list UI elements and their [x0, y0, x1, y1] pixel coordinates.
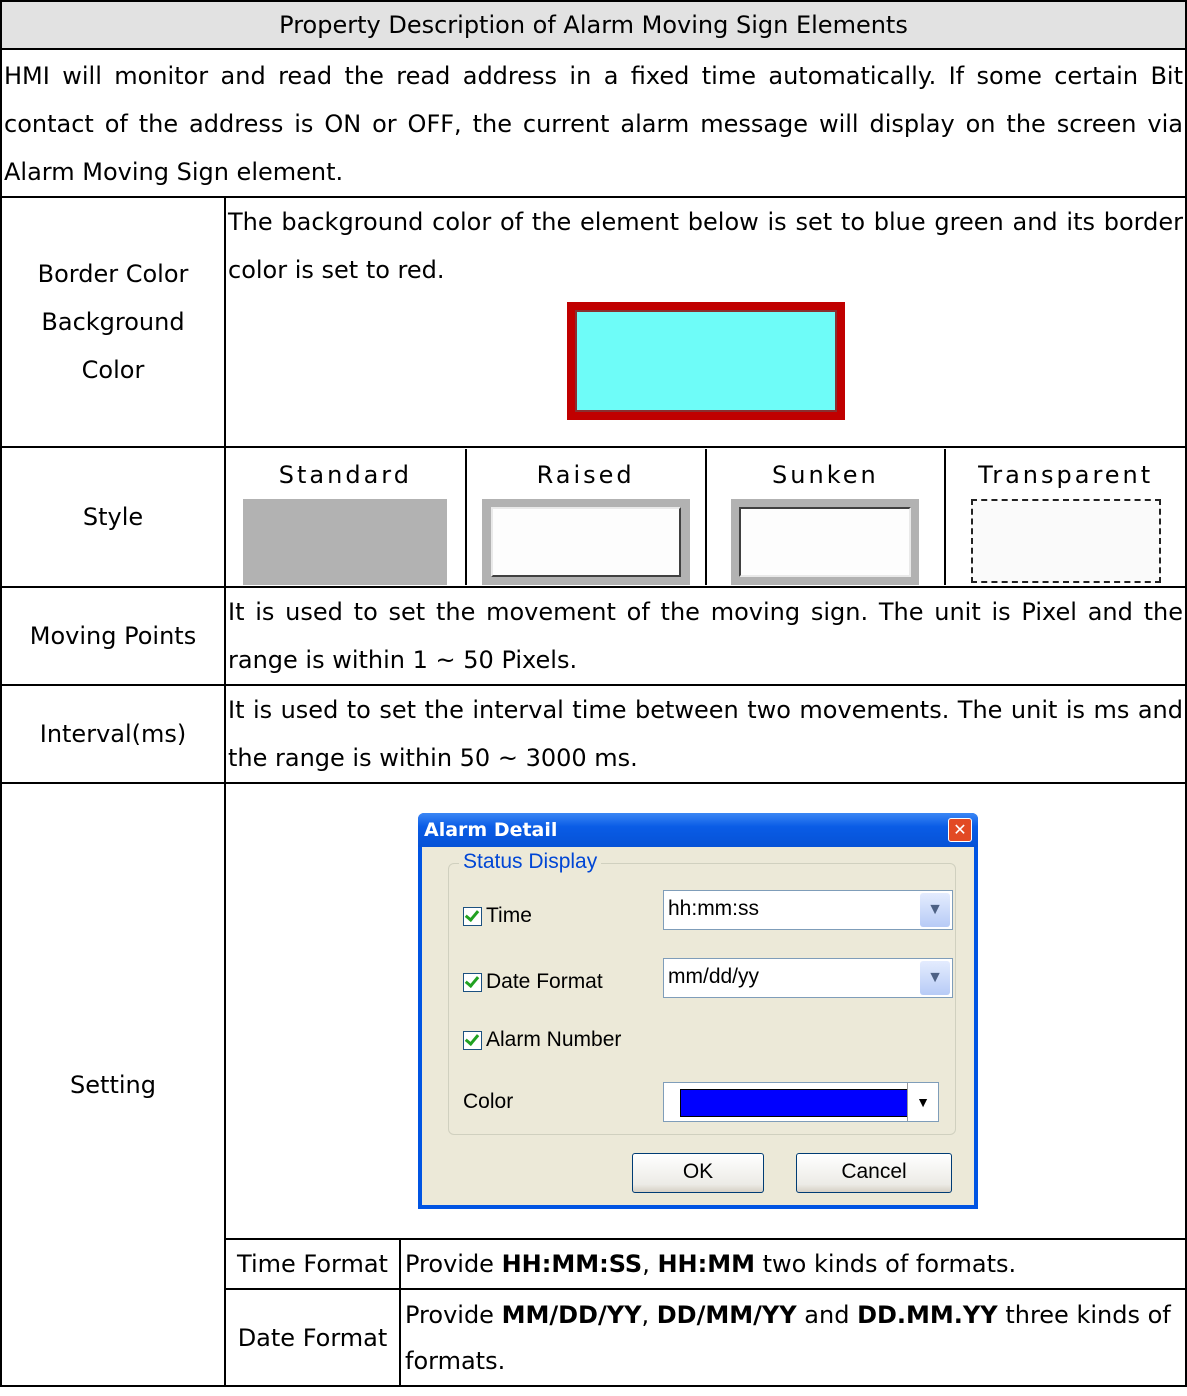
format-hhmm: HH:MM: [657, 1250, 756, 1278]
chevron-down-icon[interactable]: ▼: [920, 961, 950, 995]
style-transparent-label: Transparent: [978, 461, 1154, 489]
close-icon[interactable]: ✕: [948, 818, 972, 842]
style-sunken-label: Sunken: [772, 461, 879, 489]
color-swatch: [680, 1089, 908, 1117]
time-format-select[interactable]: hh:mm:ss ▼: [663, 890, 953, 930]
style-raised: Raised: [464, 449, 706, 585]
date-format-checkbox[interactable]: Date Format: [463, 970, 603, 994]
color-label: Border Color Background Color: [0, 196, 226, 448]
style-raised-label: Raised: [536, 461, 635, 489]
checkmark-icon[interactable]: [463, 972, 482, 992]
style-samples: Standard Raised Sunken Transparent: [226, 449, 1185, 585]
dialog-screenshot-area: Alarm Detail ✕ Status Display Time hh:mm…: [226, 784, 1185, 1238]
format-subtable: Time Format Provide HH:MM:SS, HH:MM two …: [226, 1238, 1185, 1385]
time-checkbox[interactable]: Time: [463, 904, 532, 928]
format-dd-mm-yy: DD.MM.YY: [857, 1300, 998, 1329]
sunken-sample: [731, 499, 920, 585]
color-field-label: Color: [463, 1090, 514, 1113]
setting-cell: Alarm Detail ✕ Status Display Time hh:mm…: [224, 782, 1187, 1387]
intro-paragraph: HMI will monitor and read the read addre…: [0, 48, 1187, 198]
group-title: Status Display: [459, 850, 602, 874]
date-format-label: Date Format: [226, 1288, 401, 1385]
moving-points-label: Moving Points: [0, 586, 226, 686]
date-format-description: Provide MM/DD/YY, DD/MM/YY and DD.MM.YY …: [400, 1288, 1185, 1385]
chevron-down-icon[interactable]: ▼: [920, 893, 950, 927]
style-label: Style: [0, 446, 226, 588]
color-picker[interactable]: ▼: [663, 1082, 939, 1122]
time-format-value: hh:mm:ss: [668, 897, 760, 920]
interval-text: It is used to set the interval time betw…: [224, 684, 1187, 784]
color-description: The background color of the element belo…: [224, 196, 1187, 448]
style-standard-label: Standard: [278, 461, 412, 489]
color-label-line2: Background: [41, 308, 185, 336]
time-checkbox-label: Time: [486, 904, 532, 927]
format-hhmmss: HH:MM:SS: [501, 1250, 643, 1278]
color-label-line3: Color: [81, 356, 145, 384]
date-format-select[interactable]: mm/dd/yy ▼: [663, 958, 953, 998]
dialog-title: Alarm Detail: [424, 819, 558, 841]
style-sunken: Sunken: [704, 449, 946, 585]
time-format-label: Time Format: [226, 1238, 401, 1289]
cancel-button[interactable]: Cancel: [796, 1153, 952, 1193]
dialog-body: Status Display Time hh:mm:ss ▼ Date Form…: [422, 847, 974, 1205]
standard-sample: [243, 499, 448, 585]
ok-button[interactable]: OK: [632, 1153, 764, 1193]
alarm-number-checkbox[interactable]: Alarm Number: [463, 1028, 621, 1052]
color-demo-element: [566, 302, 845, 420]
table-title: Property Description of Alarm Moving Sig…: [0, 0, 1187, 50]
style-transparent: Transparent: [944, 449, 1185, 585]
format-mmddyy: MM/DD/YY: [501, 1300, 642, 1329]
dialog-titlebar: Alarm Detail ✕: [418, 813, 978, 847]
style-standard: Standard: [226, 449, 466, 585]
time-format-description: Provide HH:MM:SS, HH:MM two kinds of for…: [400, 1238, 1185, 1289]
checkmark-icon[interactable]: [463, 1030, 482, 1050]
transparent-sample: [970, 499, 1161, 583]
alarm-detail-dialog: Alarm Detail ✕ Status Display Time hh:mm…: [418, 813, 978, 1209]
color-label-line1: Border Color: [37, 260, 189, 288]
interval-label: Interval(ms): [0, 684, 226, 784]
date-format-checkbox-label: Date Format: [486, 970, 603, 993]
format-ddmmyy: DD/MM/YY: [656, 1300, 797, 1329]
dropdown-arrow-icon[interactable]: ▼: [907, 1083, 938, 1121]
color-text: The background color of the element belo…: [228, 208, 1183, 284]
status-display-group: Status Display Time hh:mm:ss ▼ Date Form…: [448, 850, 956, 1135]
setting-label: Setting: [0, 782, 226, 1387]
raised-sample: [481, 499, 690, 585]
checkmark-icon[interactable]: [463, 906, 482, 926]
date-format-value: mm/dd/yy: [668, 965, 760, 988]
alarm-number-label: Alarm Number: [486, 1028, 622, 1051]
document: Property Description of Alarm Moving Sig…: [0, 0, 1187, 1396]
style-cell: Standard Raised Sunken Transparent: [224, 446, 1187, 588]
moving-points-text: It is used to set the movement of the mo…: [224, 586, 1187, 686]
property-table: Property Description of Alarm Moving Sig…: [0, 0, 1187, 1387]
